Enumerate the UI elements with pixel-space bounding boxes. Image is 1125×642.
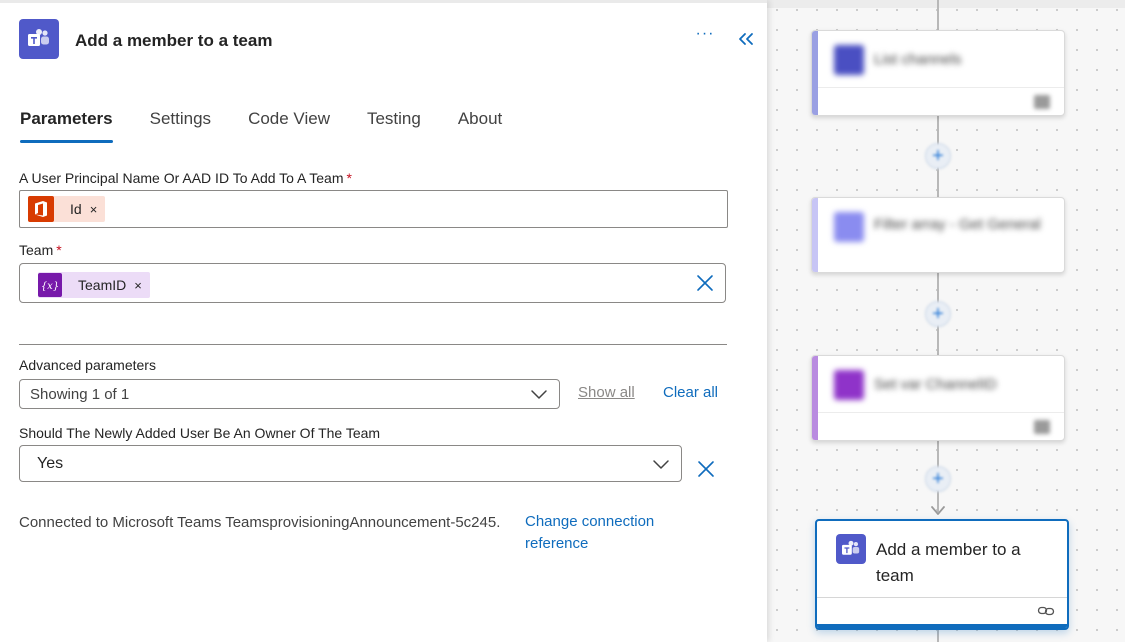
node-title: List channels (874, 51, 962, 68)
svg-text:{x}: {x} (41, 281, 59, 291)
required-mark: * (346, 170, 352, 186)
tab-testing[interactable]: Testing (367, 109, 421, 143)
user-field-label-text: A User Principal Name Or AAD ID To Add T… (19, 170, 344, 186)
remove-token-button[interactable]: × (134, 278, 150, 293)
add-step-button[interactable]: + (925, 143, 951, 169)
advanced-parameters-value: Showing 1 of 1 (30, 385, 130, 403)
change-connection-link[interactable]: Change connection reference (525, 511, 685, 555)
tab-code-view[interactable]: Code View (248, 109, 330, 143)
section-divider (19, 344, 727, 345)
user-field-label: A User Principal Name Or AAD ID To Add T… (19, 170, 352, 186)
link-icon (1034, 95, 1050, 109)
variable-icon (834, 370, 864, 400)
required-mark: * (56, 242, 62, 258)
teams-icon (834, 45, 864, 75)
tab-about[interactable]: About (458, 109, 502, 143)
variable-icon: {x} (38, 273, 62, 297)
arrow-down-icon (931, 506, 945, 515)
node-title: Filter array - Get General (874, 216, 1041, 233)
node-footer (818, 412, 1064, 440)
remove-owner-parameter-icon[interactable] (697, 460, 717, 480)
node-title: Set var ChannelID (874, 376, 997, 393)
node-accent (812, 198, 818, 272)
canvas-header-strip (767, 0, 1125, 8)
filter-icon (834, 212, 864, 242)
show-all-link[interactable]: Show all (578, 384, 635, 401)
teams-icon (836, 534, 866, 564)
advanced-parameters-dropdown[interactable]: Showing 1 of 1 (19, 379, 560, 409)
flow-canvas[interactable]: + + + List channels Filter array - Get G… (767, 0, 1125, 642)
node-title: Add a member to a team (876, 540, 1021, 585)
connector-line (937, 0, 939, 30)
teams-icon (19, 19, 59, 59)
owner-field-label: Should The Newly Added User Be An Owner … (19, 425, 381, 441)
remove-token-button[interactable]: × (90, 202, 106, 217)
tab-parameters[interactable]: Parameters (20, 109, 113, 143)
owner-value: Yes (37, 454, 64, 472)
team-input[interactable]: {x} TeamID × (19, 263, 726, 303)
chevron-down-icon (529, 387, 549, 401)
office-icon (28, 196, 54, 222)
token-label: Id (70, 201, 82, 217)
clear-all-link[interactable]: Clear all (663, 384, 718, 401)
advanced-parameters-label: Advanced parameters (19, 357, 156, 373)
user-principal-input[interactable]: Id × (19, 190, 728, 228)
panel-tabs: Parameters Settings Code View Testing Ab… (20, 109, 539, 143)
owner-dropdown[interactable]: Yes (19, 445, 682, 482)
clear-team-icon[interactable] (696, 274, 716, 294)
teamid-token[interactable]: {x} TeamID × (38, 272, 150, 298)
token-label: TeamID (78, 277, 127, 293)
collapse-panel-icon[interactable] (736, 29, 756, 49)
chevron-down-icon (651, 457, 671, 471)
action-details-panel: Add a member to a team ··· Parameters Se… (0, 0, 767, 642)
flow-node-set-variable[interactable]: Set var ChannelID (811, 355, 1065, 441)
add-step-button[interactable]: + (925, 466, 951, 492)
node-footer (818, 87, 1064, 115)
link-icon (1037, 604, 1055, 618)
team-field-label: Team * (19, 242, 62, 258)
flow-node-filter-array[interactable]: Filter array - Get General (811, 197, 1065, 273)
flow-node-list-channels[interactable]: List channels (811, 30, 1065, 116)
panel-title: Add a member to a team (75, 31, 273, 50)
node-footer (817, 597, 1067, 628)
add-step-button[interactable]: + (925, 301, 951, 327)
tab-settings[interactable]: Settings (150, 109, 211, 143)
connector-line (937, 628, 939, 642)
team-field-label-text: Team (19, 242, 54, 258)
more-options-button[interactable]: ··· (694, 26, 716, 48)
connection-info: Connected to Microsoft Teams Teamsprovis… (19, 514, 501, 531)
id-token[interactable]: Id × (28, 196, 106, 222)
flow-node-add-member[interactable]: Add a member to a team (815, 519, 1069, 630)
link-icon (1034, 420, 1050, 434)
